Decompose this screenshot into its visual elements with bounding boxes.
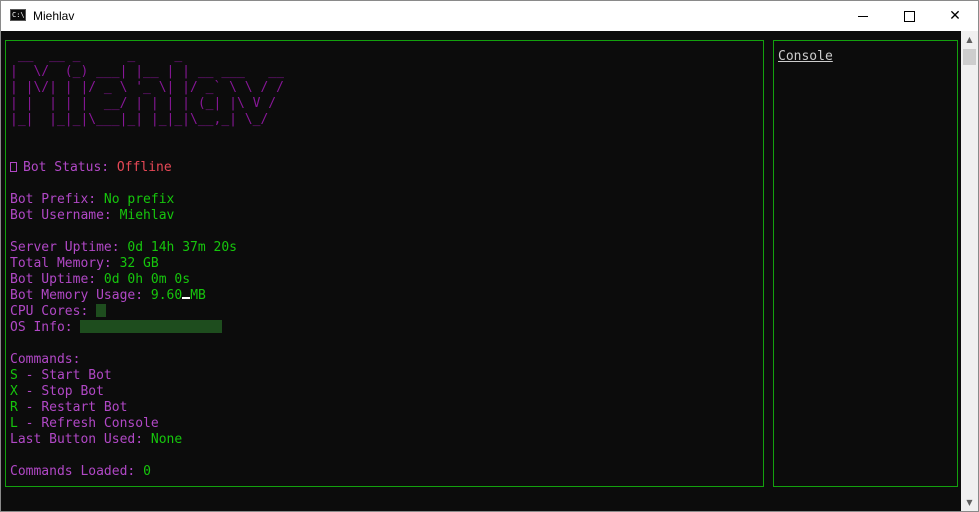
username-label: Bot Username: [10,208,120,223]
total-memory-line: Total Memory: 32 GB [10,256,159,272]
command-key: L [10,416,18,431]
status-line: Bot Status: Offline [10,160,172,176]
last-button-value: None [150,432,183,447]
command-separator: - [17,368,42,383]
command-item: L - Refresh Console [10,416,159,432]
command-separator: - [17,416,42,431]
os-info-label: OS Info: [10,320,81,335]
command-desc: Stop Bot [41,384,104,399]
cpu-cores-line: CPU Cores: [10,304,107,320]
scroll-down-arrow-icon[interactable]: ▼ [961,494,978,511]
window-title: Miehlav [33,9,75,23]
server-uptime-line: Server Uptime: 0d 14h 37m 20s [10,240,237,256]
bot-uptime-value: 0d 0h 0m 0s [103,272,191,287]
command-desc: Restart Bot [41,400,128,415]
side-panel-title: Console [778,49,833,64]
os-info-redacted [80,320,223,333]
console-client-area[interactable]: __ __ _ _ _ | \/ (_) ___| |__ | | __ ___… [1,31,978,511]
last-button-label: Last Button Used: [10,432,151,447]
scroll-up-arrow-icon[interactable]: ▲ [961,31,978,48]
command-desc: Start Bot [41,368,112,383]
ascii-logo: __ __ _ _ _ | \/ (_) ___| |__ | | __ ___… [10,48,284,127]
terminal-app-icon[interactable]: C:\ [10,9,26,21]
commands-loaded-value: 0 [143,464,151,479]
minimize-button[interactable] [840,1,886,31]
command-key: X [10,384,18,399]
commands-header: Commands: [10,352,81,367]
prefix-label: Bot Prefix: [10,192,104,207]
server-uptime-value: 0d 14h 37m 20s [127,240,237,255]
memory-usage-unit: MB [190,288,206,303]
memory-usage-label: Bot Memory Usage: [10,288,151,303]
command-separator: - [17,384,42,399]
close-button[interactable]: ✕ [932,1,978,31]
command-item: X - Stop Bot [10,384,104,400]
commands-loaded-line: Commands Loaded: 0 [10,464,151,480]
os-info-line: OS Info: [10,320,223,336]
scrollbar-thumb[interactable] [963,49,976,65]
commands-loaded-label: Commands Loaded: [10,464,144,479]
command-key: S [10,368,18,383]
side-panel-border [773,40,958,487]
bot-uptime-label: Bot Uptime: [10,272,104,287]
close-icon: ✕ [949,8,961,24]
command-item: S - Start Bot [10,368,112,384]
last-button-line: Last Button Used: None [10,432,182,448]
total-memory-label: Total Memory: [10,256,120,271]
command-key: R [10,400,18,415]
maximize-button[interactable] [886,1,932,31]
memory-usage-value: 9.60 [150,288,183,303]
minimize-icon [858,15,868,17]
command-item: R - Restart Bot [10,400,127,416]
server-uptime-label: Server Uptime: [10,240,128,255]
bot-uptime-line: Bot Uptime: 0d 0h 0m 0s [10,272,190,288]
prefix-line: Bot Prefix: No prefix [10,192,174,208]
status-label: Bot Status: [23,160,117,175]
console-window: C:\ Miehlav ✕ __ __ _ _ _ | \/ (_) ___| … [0,0,979,512]
cpu-cores-label: CPU Cores: [10,304,97,319]
vertical-scrollbar[interactable]: ▲ ▼ [961,31,978,511]
status-dot-icon [10,162,17,172]
username-value: Miehlav [119,208,175,223]
command-separator: - [17,400,42,415]
prefix-value: No prefix [103,192,175,207]
maximize-icon [903,10,915,22]
username-line: Bot Username: Miehlav [10,208,174,224]
total-memory-value: 32 GB [119,256,159,271]
cpu-cores-redacted [96,304,107,317]
memory-usage-line: Bot Memory Usage: 9.60 MB [10,288,206,304]
title-bar[interactable]: C:\ Miehlav ✕ [1,1,978,31]
command-desc: Refresh Console [41,416,159,431]
status-value: Offline [116,160,172,175]
text-cursor [182,297,191,299]
